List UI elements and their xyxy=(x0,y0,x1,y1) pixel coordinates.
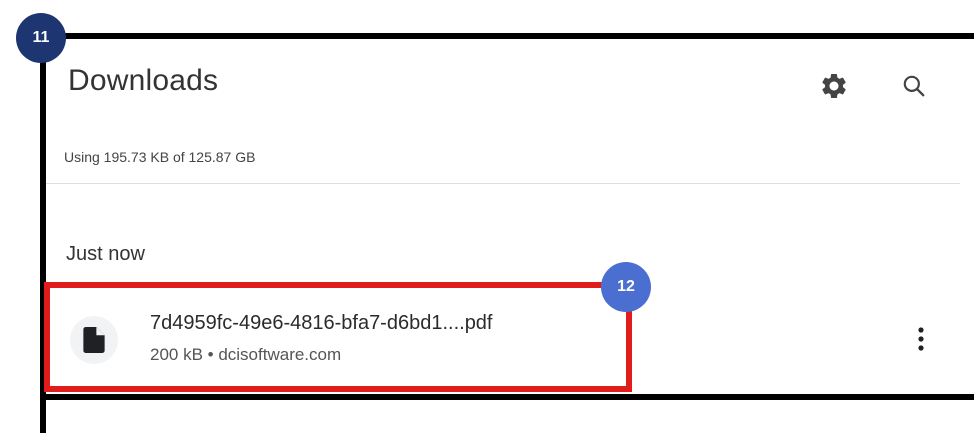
step-badge-11: 11 xyxy=(16,13,66,63)
more-options-button[interactable] xyxy=(906,319,936,359)
storage-usage-text: Using 195.73 KB of 125.87 GB xyxy=(64,149,256,165)
page-title: Downloads xyxy=(68,64,219,97)
frame-border xyxy=(40,394,974,400)
more-vert-icon xyxy=(918,327,924,351)
search-icon xyxy=(903,75,925,97)
highlight-box xyxy=(44,282,632,392)
settings-button[interactable] xyxy=(814,66,854,106)
gear-icon xyxy=(822,73,846,98)
divider xyxy=(46,183,960,184)
section-header-just-now: Just now xyxy=(66,243,145,265)
step-badge-12: 12 xyxy=(601,262,651,312)
search-button[interactable] xyxy=(894,66,934,106)
